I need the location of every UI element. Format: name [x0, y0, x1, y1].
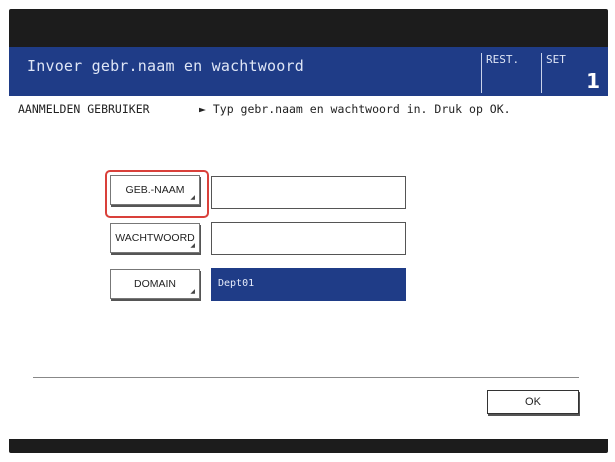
domain-button-label: DOMAIN	[134, 278, 176, 290]
domain-value: Dept01	[218, 278, 255, 289]
password-field[interactable]	[211, 222, 406, 255]
set-button-label: SET	[546, 53, 566, 66]
password-button-label: WACHTWOORD	[115, 232, 195, 244]
domain-field[interactable]: Dept01	[211, 268, 406, 301]
main-panel: AANMELDEN GEBRUIKER ► Typ gebr.naam en w…	[9, 96, 608, 439]
reset-button-label: REST.	[486, 53, 520, 66]
divider	[33, 377, 579, 378]
ok-button[interactable]: OK	[487, 390, 579, 414]
username-button-label: GEB.-NAAM	[125, 184, 185, 196]
device-screen: Invoer gebr.naam en wachtwoord REST. SET…	[9, 9, 608, 453]
username-field[interactable]	[211, 176, 406, 209]
username-button[interactable]: GEB.-NAAM ◢	[110, 175, 200, 205]
instruction-text: ► Typ gebr.naam en wachtwoord in. Druk o…	[199, 102, 511, 116]
set-button[interactable]: SET 1	[541, 53, 608, 93]
domain-button[interactable]: DOMAIN ◢	[110, 269, 200, 299]
password-button[interactable]: WACHTWOORD ◢	[110, 223, 200, 253]
set-count: 1	[586, 69, 600, 93]
corner-arrow-icon: ◢	[190, 289, 195, 295]
title-bar: Invoer gebr.naam en wachtwoord REST. SET…	[9, 47, 608, 96]
corner-arrow-icon: ◢	[190, 243, 195, 249]
ok-button-label: OK	[525, 396, 541, 408]
reset-button[interactable]: REST.	[481, 53, 541, 93]
page-title: Invoer gebr.naam en wachtwoord	[27, 57, 304, 75]
corner-arrow-icon: ◢	[190, 195, 195, 201]
breadcrumb: AANMELDEN GEBRUIKER	[18, 102, 150, 116]
